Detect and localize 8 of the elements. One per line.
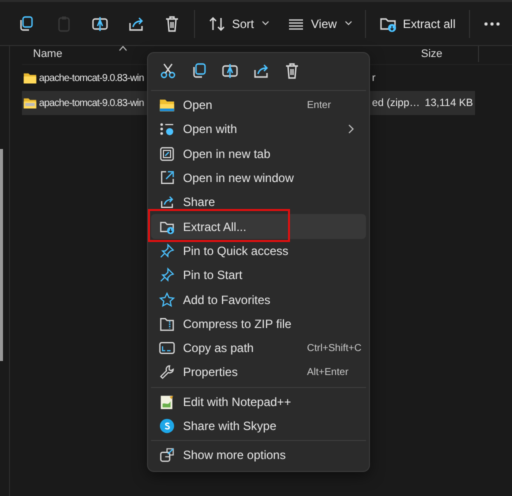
file-name: apache-tomcat-9.0.83-win — [39, 98, 144, 108]
file-size: 13,114 KB — [424, 97, 473, 109]
shortcut-text: Enter — [307, 100, 331, 111]
file-name: apache-tomcat-9.0.83-win — [39, 72, 144, 84]
file-type: ed (zipp… — [372, 97, 420, 109]
file-type: r — [372, 72, 376, 84]
shortcut-text: Alt+Enter — [307, 366, 348, 378]
shortcut-text: Ctrl+Shift+C — [307, 342, 362, 354]
